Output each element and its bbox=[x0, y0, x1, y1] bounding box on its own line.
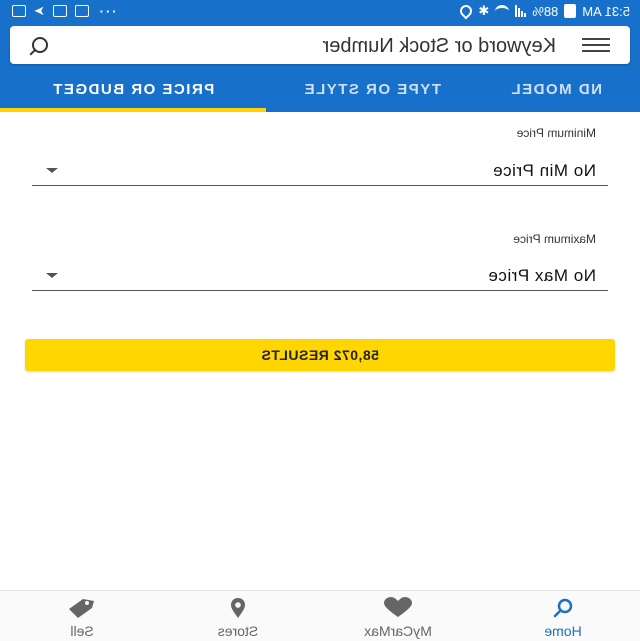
gallery-notification-icon bbox=[52, 5, 67, 17]
status-left: 5:31 AM 88% ✱ bbox=[457, 2, 630, 20]
status-bar: 5:31 AM 88% ✱ ··· ➤ bbox=[0, 0, 640, 24]
nav-mycarmax[interactable]: MyCarMax bbox=[338, 597, 458, 641]
max-price-label: Maximum Price bbox=[513, 232, 596, 246]
nav-stores[interactable]: Stores bbox=[178, 597, 298, 641]
search-icon[interactable] bbox=[32, 37, 48, 53]
nav-sell-label: Sell bbox=[70, 623, 94, 639]
filter-tabs: ND MODEL TYPE OR STYLE PRICE OR BUDGET bbox=[0, 68, 640, 112]
nav-home-label: Home bbox=[544, 623, 582, 639]
chevron-down-icon[interactable] bbox=[46, 273, 58, 278]
bluetooth-icon: ✱ bbox=[478, 3, 490, 18]
wifi-icon bbox=[495, 4, 510, 18]
location-icon bbox=[457, 2, 475, 20]
min-price-label: Minimum Price bbox=[516, 126, 596, 140]
nav-sell[interactable]: Sell bbox=[22, 597, 142, 641]
nav-mycarmax-label: MyCarMax bbox=[364, 623, 432, 639]
min-price-select[interactable]: No Min Price bbox=[32, 155, 608, 186]
status-time: 5:31 AM bbox=[582, 3, 630, 19]
chevron-down-icon[interactable] bbox=[46, 168, 58, 173]
max-price-select[interactable]: No Max Price bbox=[32, 260, 608, 291]
nav-stores-label: Stores bbox=[217, 623, 259, 639]
battery-icon bbox=[564, 4, 577, 18]
signal-icon bbox=[515, 5, 527, 17]
location-pin-icon bbox=[231, 598, 245, 618]
bottom-navigation: Home MyCarMax Stores Sell bbox=[0, 590, 640, 641]
send-notification-icon: ➤ bbox=[34, 3, 45, 18]
max-price-value: No Max Price bbox=[487, 266, 596, 285]
tag-icon bbox=[69, 599, 94, 618]
battery-level: 88% bbox=[532, 3, 559, 19]
min-price-value: No Min Price bbox=[492, 161, 596, 180]
search-header bbox=[0, 24, 640, 68]
status-right: ··· ➤ bbox=[12, 3, 116, 19]
tab-make-and-model[interactable]: ND MODEL bbox=[500, 68, 640, 112]
nav-home[interactable]: Home bbox=[503, 597, 623, 641]
search-icon bbox=[553, 598, 573, 618]
results-button[interactable]: 58,072 RESULTS bbox=[25, 339, 615, 371]
heart-icon bbox=[384, 597, 412, 617]
tab-price-or-budget[interactable]: PRICE OR BUDGET bbox=[0, 68, 266, 112]
hamburger-menu-icon[interactable] bbox=[582, 38, 610, 52]
tab-type-or-style[interactable]: TYPE OR STYLE bbox=[266, 68, 478, 112]
photo-notification-icon bbox=[12, 5, 26, 17]
more-notifications-icon: ··· bbox=[96, 3, 116, 19]
active-tab-indicator bbox=[0, 108, 266, 112]
search-input[interactable] bbox=[84, 32, 558, 60]
search-bar[interactable] bbox=[10, 26, 630, 64]
image-notification-icon bbox=[74, 5, 89, 17]
